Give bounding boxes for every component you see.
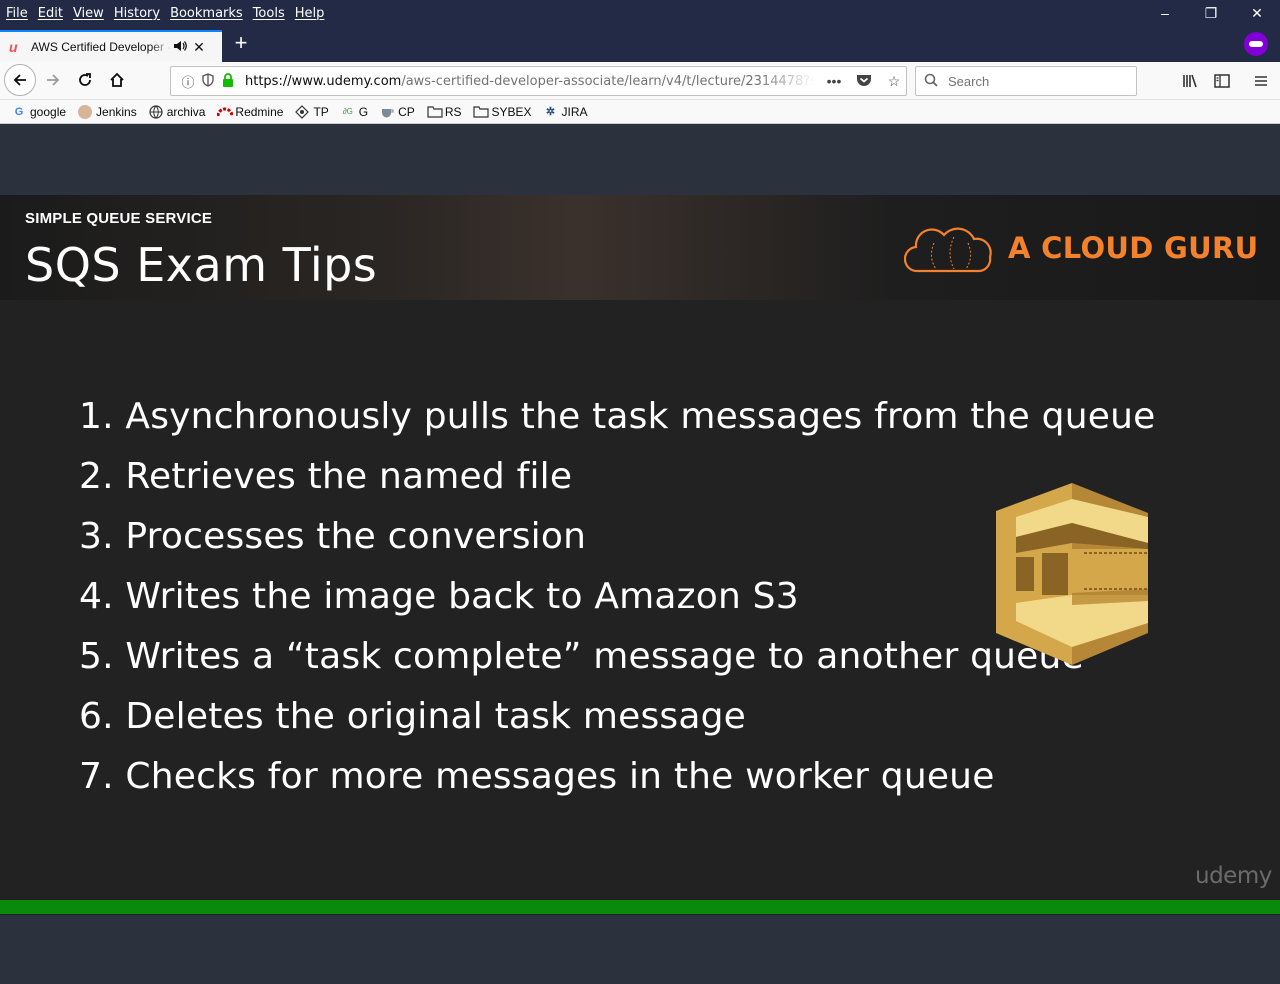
minimize-button[interactable]: –	[1142, 0, 1188, 26]
bookmark-label: SYBEX	[491, 104, 532, 119]
bookmark-redmine[interactable]: Redmine	[216, 104, 284, 119]
url-bar[interactable]: ⓘ https://www.udemy.com/aws-certified-de…	[170, 66, 907, 96]
bookmark-tp[interactable]: TP	[295, 104, 329, 119]
menu-tools[interactable]: Tools	[253, 6, 285, 21]
jenkins-icon	[78, 104, 93, 119]
bookmark-label: RS	[444, 104, 462, 119]
url-host: https://www.udemy.com	[245, 73, 402, 89]
menu-bookmarks[interactable]: Bookmarks	[170, 6, 243, 21]
diamond-icon	[295, 104, 310, 119]
search-icon	[924, 73, 942, 90]
video-progress-fill	[0, 900, 1280, 914]
folder-icon	[473, 105, 490, 119]
jira-icon: ✲	[545, 105, 556, 118]
sqs-queue-icon	[996, 483, 1148, 665]
navigation-bar: ⓘ https://www.udemy.com/aws-certified-de…	[0, 62, 1280, 100]
menu-edit[interactable]: Edit	[38, 6, 63, 21]
menu-view[interactable]: View	[73, 6, 104, 21]
udemy-icon: u	[9, 39, 18, 55]
bookmark-label: archiva	[166, 104, 206, 119]
bookmark-jenkins[interactable]: Jenkins	[78, 104, 137, 119]
slide-header: SIMPLE QUEUE SERVICE SQS Exam Tips A CLO…	[0, 195, 1280, 300]
bookmarks-bar: G google Jenkins archiva Redmine TP ∂G G…	[0, 100, 1280, 124]
tab-title: AWS Certified Developer - Associate	[31, 40, 171, 54]
home-button[interactable]	[102, 65, 132, 95]
bookmark-label: Redmine	[235, 104, 284, 119]
bookmark-archiva[interactable]: archiva	[149, 104, 206, 119]
url-text[interactable]: https://www.udemy.com/aws-certified-deve…	[245, 74, 815, 89]
brand-name: A CLOUD GURU	[1008, 231, 1259, 265]
cup-icon	[380, 105, 394, 119]
reload-icon	[79, 73, 91, 86]
list-item: 7. Checks for more messages in the worke…	[79, 756, 995, 797]
bookmark-label: TP	[313, 104, 329, 119]
bookmark-label: Jenkins	[96, 104, 137, 119]
speaker-icon[interactable]	[173, 40, 187, 55]
new-tab-button[interactable]: +	[230, 32, 252, 54]
sidebar-icon[interactable]	[1209, 68, 1235, 94]
title-bar: File Edit View History Bookmarks Tools H…	[0, 0, 1280, 26]
globe-icon	[149, 104, 163, 119]
library-icon[interactable]	[1177, 68, 1203, 94]
bookmark-label: G	[358, 104, 369, 119]
tab-close-icon[interactable]: ✕	[191, 39, 207, 56]
home-icon	[110, 72, 124, 87]
forward-button[interactable]	[38, 65, 68, 95]
reload-button[interactable]	[70, 65, 100, 95]
list-item: 6. Deletes the original task message	[79, 696, 747, 737]
cloud-logo-icon	[904, 227, 992, 273]
bookmark-star-icon[interactable]: ☆	[883, 73, 905, 90]
pocket-icon[interactable]	[853, 73, 875, 90]
video-progress-bar[interactable]	[0, 900, 1280, 914]
window-controls: – ❐ ✕	[1142, 0, 1280, 26]
private-mask-icon[interactable]	[1244, 32, 1268, 56]
hamburger-menu-icon[interactable]	[1248, 68, 1274, 94]
lock-icon	[219, 72, 237, 90]
list-item: 1. Asynchronously pulls the task message…	[79, 396, 1156, 437]
back-button[interactable]	[4, 64, 36, 96]
menu-bar: File Edit View History Bookmarks Tools H…	[6, 6, 334, 21]
video-player[interactable]: SIMPLE QUEUE SERVICE SQS Exam Tips A CLO…	[0, 125, 1280, 984]
close-window-button[interactable]: ✕	[1234, 0, 1280, 26]
tab-strip: u AWS Certified Developer - Associate ✕ …	[0, 26, 1280, 62]
info-icon[interactable]: ⓘ	[179, 72, 197, 91]
page-actions-button[interactable]: •••	[823, 73, 845, 89]
bookmark-jira[interactable]: ✲ JIRA	[544, 105, 588, 119]
search-placeholder: Search	[948, 73, 990, 89]
menu-help[interactable]: Help	[295, 6, 325, 21]
restore-button[interactable]: ❐	[1188, 0, 1234, 26]
slide-title: SQS Exam Tips	[25, 238, 378, 292]
g-icon: ∂G	[342, 106, 353, 116]
menu-file[interactable]: File	[6, 6, 28, 21]
bookmark-label: CP	[398, 104, 415, 119]
search-input[interactable]: Search	[915, 66, 1137, 96]
bookmark-google[interactable]: G google	[12, 105, 66, 119]
menu-history[interactable]: History	[114, 6, 160, 21]
bookmark-cp[interactable]: CP	[380, 105, 415, 119]
google-icon: G	[14, 105, 24, 118]
tab-udemy-course[interactable]: u AWS Certified Developer - Associate ✕	[0, 30, 222, 62]
redmine-icon	[216, 105, 234, 119]
bookmark-g[interactable]: ∂G G	[341, 105, 368, 119]
folder-icon	[427, 105, 443, 119]
url-path: /aws-certified-developer-associate/learn…	[401, 73, 815, 89]
back-arrow-icon	[13, 74, 26, 86]
tracking-shield-icon[interactable]	[199, 72, 217, 90]
lecture-slide: SIMPLE QUEUE SERVICE SQS Exam Tips A CLO…	[0, 195, 1280, 915]
forward-arrow-icon	[47, 74, 60, 86]
udemy-watermark: udemy	[1195, 863, 1272, 889]
bookmark-sybex[interactable]: SYBEX	[473, 104, 532, 119]
slide-kicker: SIMPLE QUEUE SERVICE	[25, 210, 213, 227]
bookmark-label: google	[30, 104, 67, 119]
bookmark-label: JIRA	[561, 104, 588, 119]
bookmark-rs[interactable]: RS	[427, 104, 462, 119]
